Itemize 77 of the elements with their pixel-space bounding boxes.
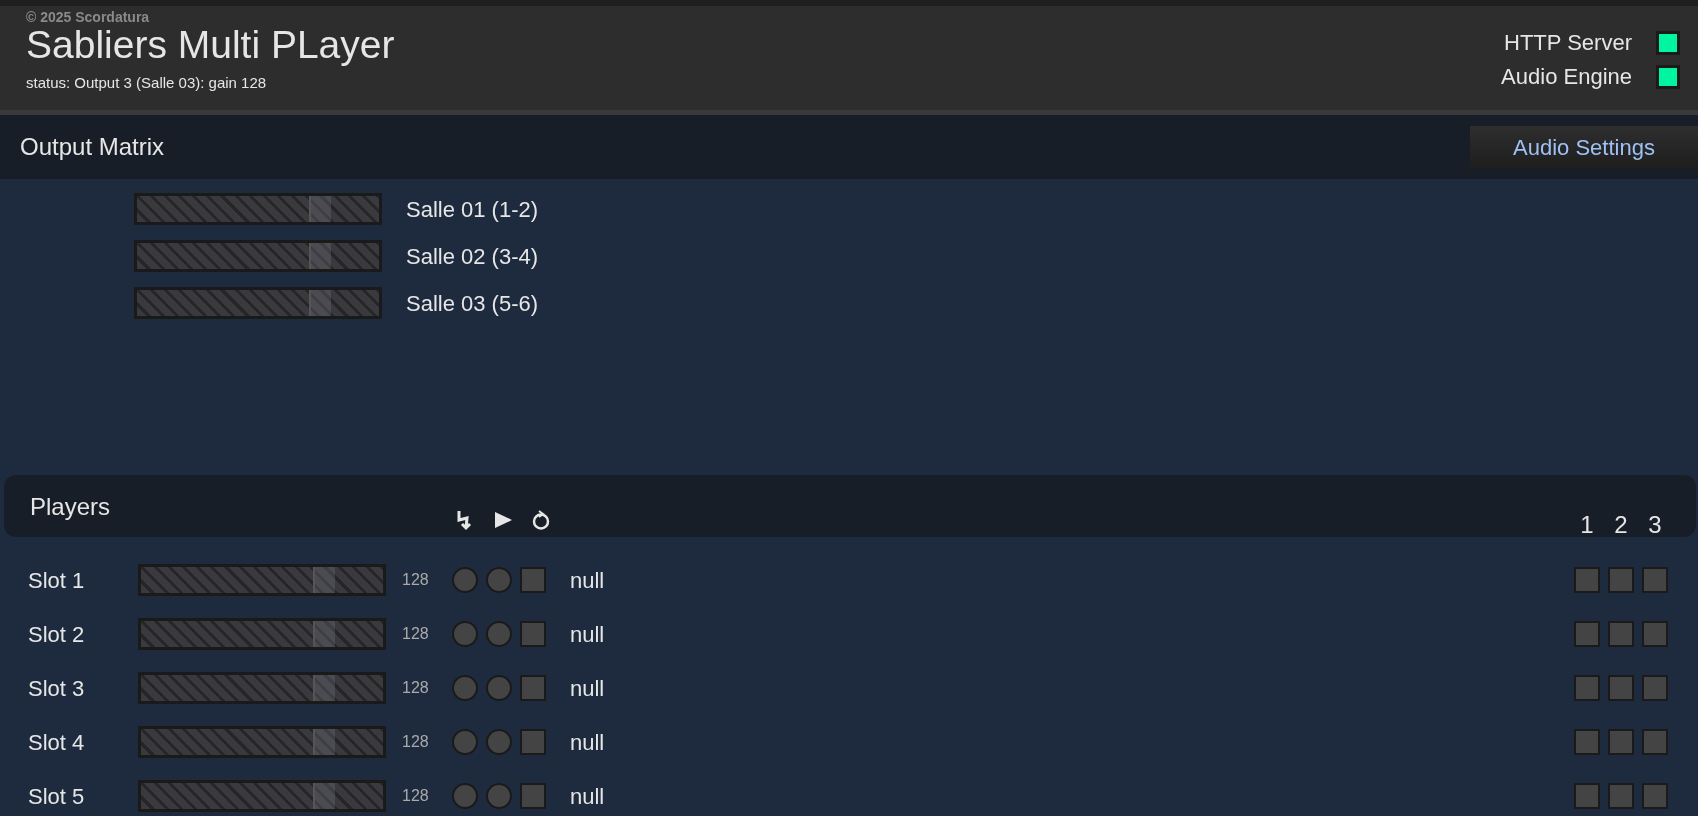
loop-checkbox[interactable] (520, 783, 546, 809)
gain-value: 128 (402, 786, 430, 806)
trigger-button[interactable] (452, 675, 478, 701)
fader-thumb[interactable] (308, 196, 331, 222)
section-title: Players (30, 492, 111, 522)
trigger-button[interactable] (452, 729, 478, 755)
loop-checkbox[interactable] (520, 729, 546, 755)
slot-label: Slot 3 (28, 674, 86, 703)
route-checkbox[interactable] (1608, 783, 1634, 809)
loop-checkbox[interactable] (520, 567, 546, 593)
indicator-label: Audio Engine (1501, 63, 1632, 91)
loop-checkbox[interactable] (520, 621, 546, 647)
fader-track[interactable] (138, 726, 386, 758)
route-checkbox[interactable] (1574, 621, 1600, 647)
app-title: Sabliers Multi PLayer (26, 25, 395, 67)
play-icon (492, 509, 514, 531)
section-title: Output Matrix (20, 132, 165, 162)
fader-track[interactable] (134, 287, 382, 319)
column-number: 3 (1647, 510, 1663, 540)
route-checkbox[interactable] (1608, 675, 1634, 701)
status-text: status: Output 3 (Salle 03): gain 128 (26, 73, 268, 94)
route-checkbox[interactable] (1608, 567, 1634, 593)
route-checkbox[interactable] (1642, 783, 1668, 809)
fader-thumb[interactable] (308, 243, 331, 269)
play-button[interactable] (486, 567, 512, 593)
route-checkbox[interactable] (1642, 675, 1668, 701)
indicator-label: HTTP Server (1504, 29, 1632, 57)
gain-value: 128 (402, 732, 430, 752)
route-checkbox[interactable] (1574, 567, 1600, 593)
file-name: null (570, 620, 605, 649)
column-number: 2 (1613, 510, 1629, 540)
slot-label: Slot 2 (28, 620, 86, 649)
trigger-button[interactable] (452, 783, 478, 809)
fader-thumb[interactable] (308, 290, 331, 316)
fader-thumb[interactable] (312, 729, 335, 755)
fader-track[interactable] (134, 193, 382, 225)
play-button[interactable] (486, 729, 512, 755)
fader-thumb[interactable] (312, 567, 335, 593)
fader-thumb[interactable] (312, 783, 335, 809)
gain-value: 128 (402, 678, 430, 698)
trigger-button[interactable] (452, 621, 478, 647)
route-checkbox[interactable] (1574, 783, 1600, 809)
play-button[interactable] (486, 675, 512, 701)
fader-thumb[interactable] (312, 675, 335, 701)
file-name: null (570, 566, 605, 595)
slot-label: Slot 1 (28, 566, 86, 595)
trigger-button[interactable] (452, 567, 478, 593)
route-checkbox[interactable] (1574, 729, 1600, 755)
loop-checkbox[interactable] (520, 675, 546, 701)
slot-label: Slot 5 (28, 782, 86, 811)
file-name: null (570, 782, 605, 811)
output-label: Salle 02 (3-4) (406, 243, 539, 271)
play-button[interactable] (486, 783, 512, 809)
gain-value: 128 (402, 570, 430, 590)
route-checkbox[interactable] (1642, 621, 1668, 647)
route-checkbox[interactable] (1642, 729, 1668, 755)
fader-track[interactable] (138, 618, 386, 650)
audio-settings-button[interactable]: Audio Settings (1470, 126, 1698, 168)
fader-thumb[interactable] (312, 621, 335, 647)
fader-track[interactable] (138, 672, 386, 704)
fader-track[interactable] (138, 780, 386, 812)
fader-track[interactable] (134, 240, 382, 272)
file-name: null (570, 674, 605, 703)
play-button[interactable] (486, 621, 512, 647)
route-checkbox[interactable] (1574, 675, 1600, 701)
column-number: 1 (1579, 510, 1595, 540)
copyright-text: © 2025 Scordatura (26, 10, 151, 26)
reload-icon (530, 509, 552, 531)
fader-track[interactable] (138, 564, 386, 596)
route-checkbox[interactable] (1608, 621, 1634, 647)
gain-value: 128 (402, 624, 430, 644)
route-checkbox[interactable] (1608, 729, 1634, 755)
file-name: null (570, 728, 605, 757)
slot-label: Slot 4 (28, 728, 86, 757)
route-checkbox[interactable] (1642, 567, 1668, 593)
output-label: Salle 01 (1-2) (406, 196, 539, 224)
output-label: Salle 03 (5-6) (406, 290, 539, 318)
